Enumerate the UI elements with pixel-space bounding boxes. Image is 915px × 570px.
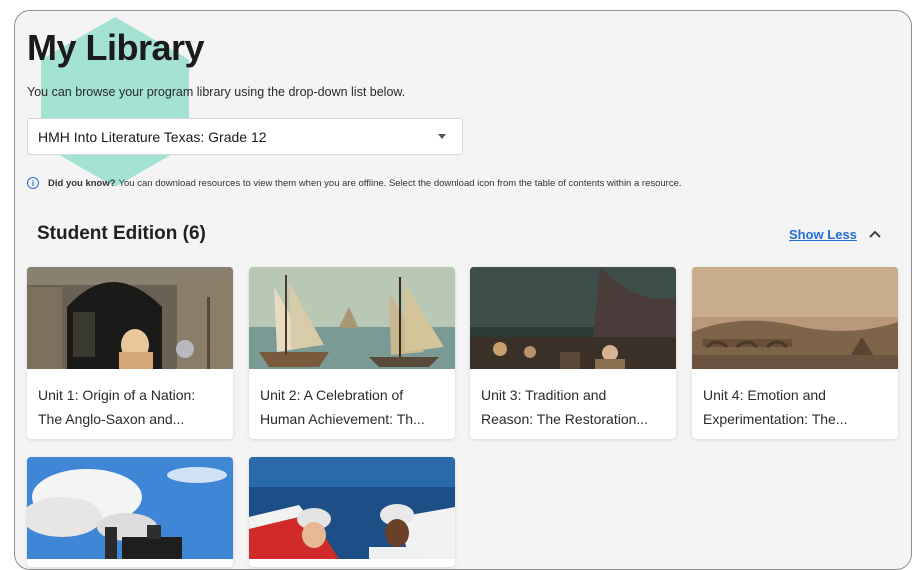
offline-tip: i Did you know? You can download resourc… — [27, 177, 682, 189]
unit-card-6[interactable] — [249, 457, 455, 567]
unit-card-2[interactable]: Unit 2: A Celebration of Human Achieveme… — [249, 267, 455, 439]
page-subtitle: You can browse your program library usin… — [27, 85, 406, 99]
tip-text: You can download resources to view them … — [118, 177, 682, 189]
section-title: Student Edition (6) — [37, 223, 206, 244]
unit-2-title-line1: Unit 2: A Celebration of — [260, 387, 404, 403]
program-select-value: HMH Into Literature Texas: Grade 12 — [38, 128, 267, 145]
unit-2-title-line2: Human Achievement: Th... — [260, 411, 425, 427]
chevron-up-icon[interactable] — [868, 228, 882, 240]
tip-heading: Did you know? — [48, 177, 116, 189]
unit-1-title-line1: Unit 1: Origin of a Nation: — [38, 387, 196, 403]
unit-card-1[interactable]: Unit 1: Origin of a Nation: The Anglo-Sa… — [27, 267, 233, 439]
unit-3-title-line1: Unit 3: Tradition and — [481, 387, 607, 403]
unit-4-title-line2: Experimentation: The... — [703, 411, 848, 427]
caret-down-icon — [438, 134, 446, 139]
unit-4-title-line1: Unit 4: Emotion and — [703, 387, 826, 403]
unit-card-5[interactable] — [27, 457, 233, 567]
unit-1-title-line2: The Anglo-Saxon and... — [38, 411, 185, 427]
program-select[interactable]: HMH Into Literature Texas: Grade 12 — [27, 118, 463, 155]
unit-4-cover-image — [692, 267, 898, 369]
info-icon: i — [27, 177, 39, 189]
page-title: My Library — [27, 27, 205, 68]
show-less-link[interactable]: Show Less — [789, 227, 857, 242]
unit-6-cover-image — [249, 457, 455, 559]
unit-5-cover-image — [27, 457, 233, 559]
unit-1-cover-image — [27, 267, 233, 369]
unit-3-cover-image — [470, 267, 676, 369]
library-panel: My Library You can browse your program l… — [14, 10, 912, 570]
unit-2-cover-image — [249, 267, 455, 369]
unit-card-3[interactable]: Unit 3: Tradition and Reason: The Restor… — [470, 267, 676, 439]
unit-3-title-line2: Reason: The Restoration... — [481, 411, 649, 427]
unit-card-4[interactable]: Unit 4: Emotion and Experimentation: The… — [692, 267, 898, 439]
